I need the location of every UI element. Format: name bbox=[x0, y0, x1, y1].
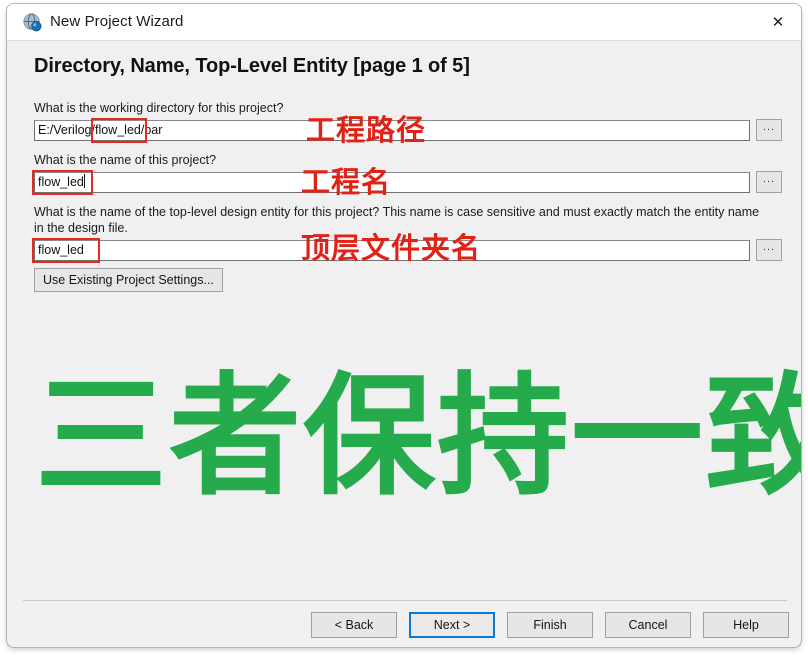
project-name-value: flow_led bbox=[38, 175, 84, 189]
annotation-text-top-folder-name: 顶层文件夹名 bbox=[301, 231, 482, 265]
next-button[interactable]: Next > bbox=[409, 612, 495, 638]
back-button[interactable]: < Back bbox=[311, 612, 397, 638]
annotation-text-project-name: 工程名 bbox=[301, 165, 392, 199]
label-working-directory: What is the working directory for this p… bbox=[34, 101, 284, 115]
cancel-button[interactable]: Cancel bbox=[605, 612, 691, 638]
page-title: Directory, Name, Top-Level Entity [page … bbox=[34, 55, 470, 77]
window-title: New Project Wizard bbox=[50, 13, 184, 30]
use-existing-project-settings-button[interactable]: Use Existing Project Settings... bbox=[34, 268, 223, 292]
footer-divider bbox=[23, 600, 787, 601]
quartus-globe-icon bbox=[23, 13, 42, 32]
browse-directory-button[interactable]: ... bbox=[756, 119, 782, 141]
directory-suffix-text: /par bbox=[140, 123, 163, 137]
close-icon[interactable]: ✕ bbox=[755, 4, 801, 40]
directory-prefix-text: E:/Verilog/ bbox=[38, 123, 95, 137]
annotation-text-project-path: 工程路径 bbox=[306, 113, 427, 147]
finish-button[interactable]: Finish bbox=[507, 612, 593, 638]
title-bar: New Project Wizard ✕ bbox=[7, 4, 801, 41]
browse-top-level-entity-button[interactable]: ... bbox=[756, 239, 782, 261]
text-caret bbox=[83, 174, 85, 188]
new-project-wizard-dialog: New Project Wizard ✕ Directory, Name, To… bbox=[6, 3, 802, 648]
project-name-input[interactable]: flow_led bbox=[34, 172, 750, 193]
label-project-name: What is the name of this project? bbox=[34, 153, 217, 167]
directory-highlight-text: flow_led bbox=[94, 123, 141, 137]
browse-project-name-button[interactable]: ... bbox=[756, 171, 782, 193]
annotation-text-keep-consistent: 三者保持一致 bbox=[35, 360, 802, 514]
top-level-entity-value: flow_led bbox=[38, 243, 84, 257]
help-button[interactable]: Help bbox=[703, 612, 789, 638]
